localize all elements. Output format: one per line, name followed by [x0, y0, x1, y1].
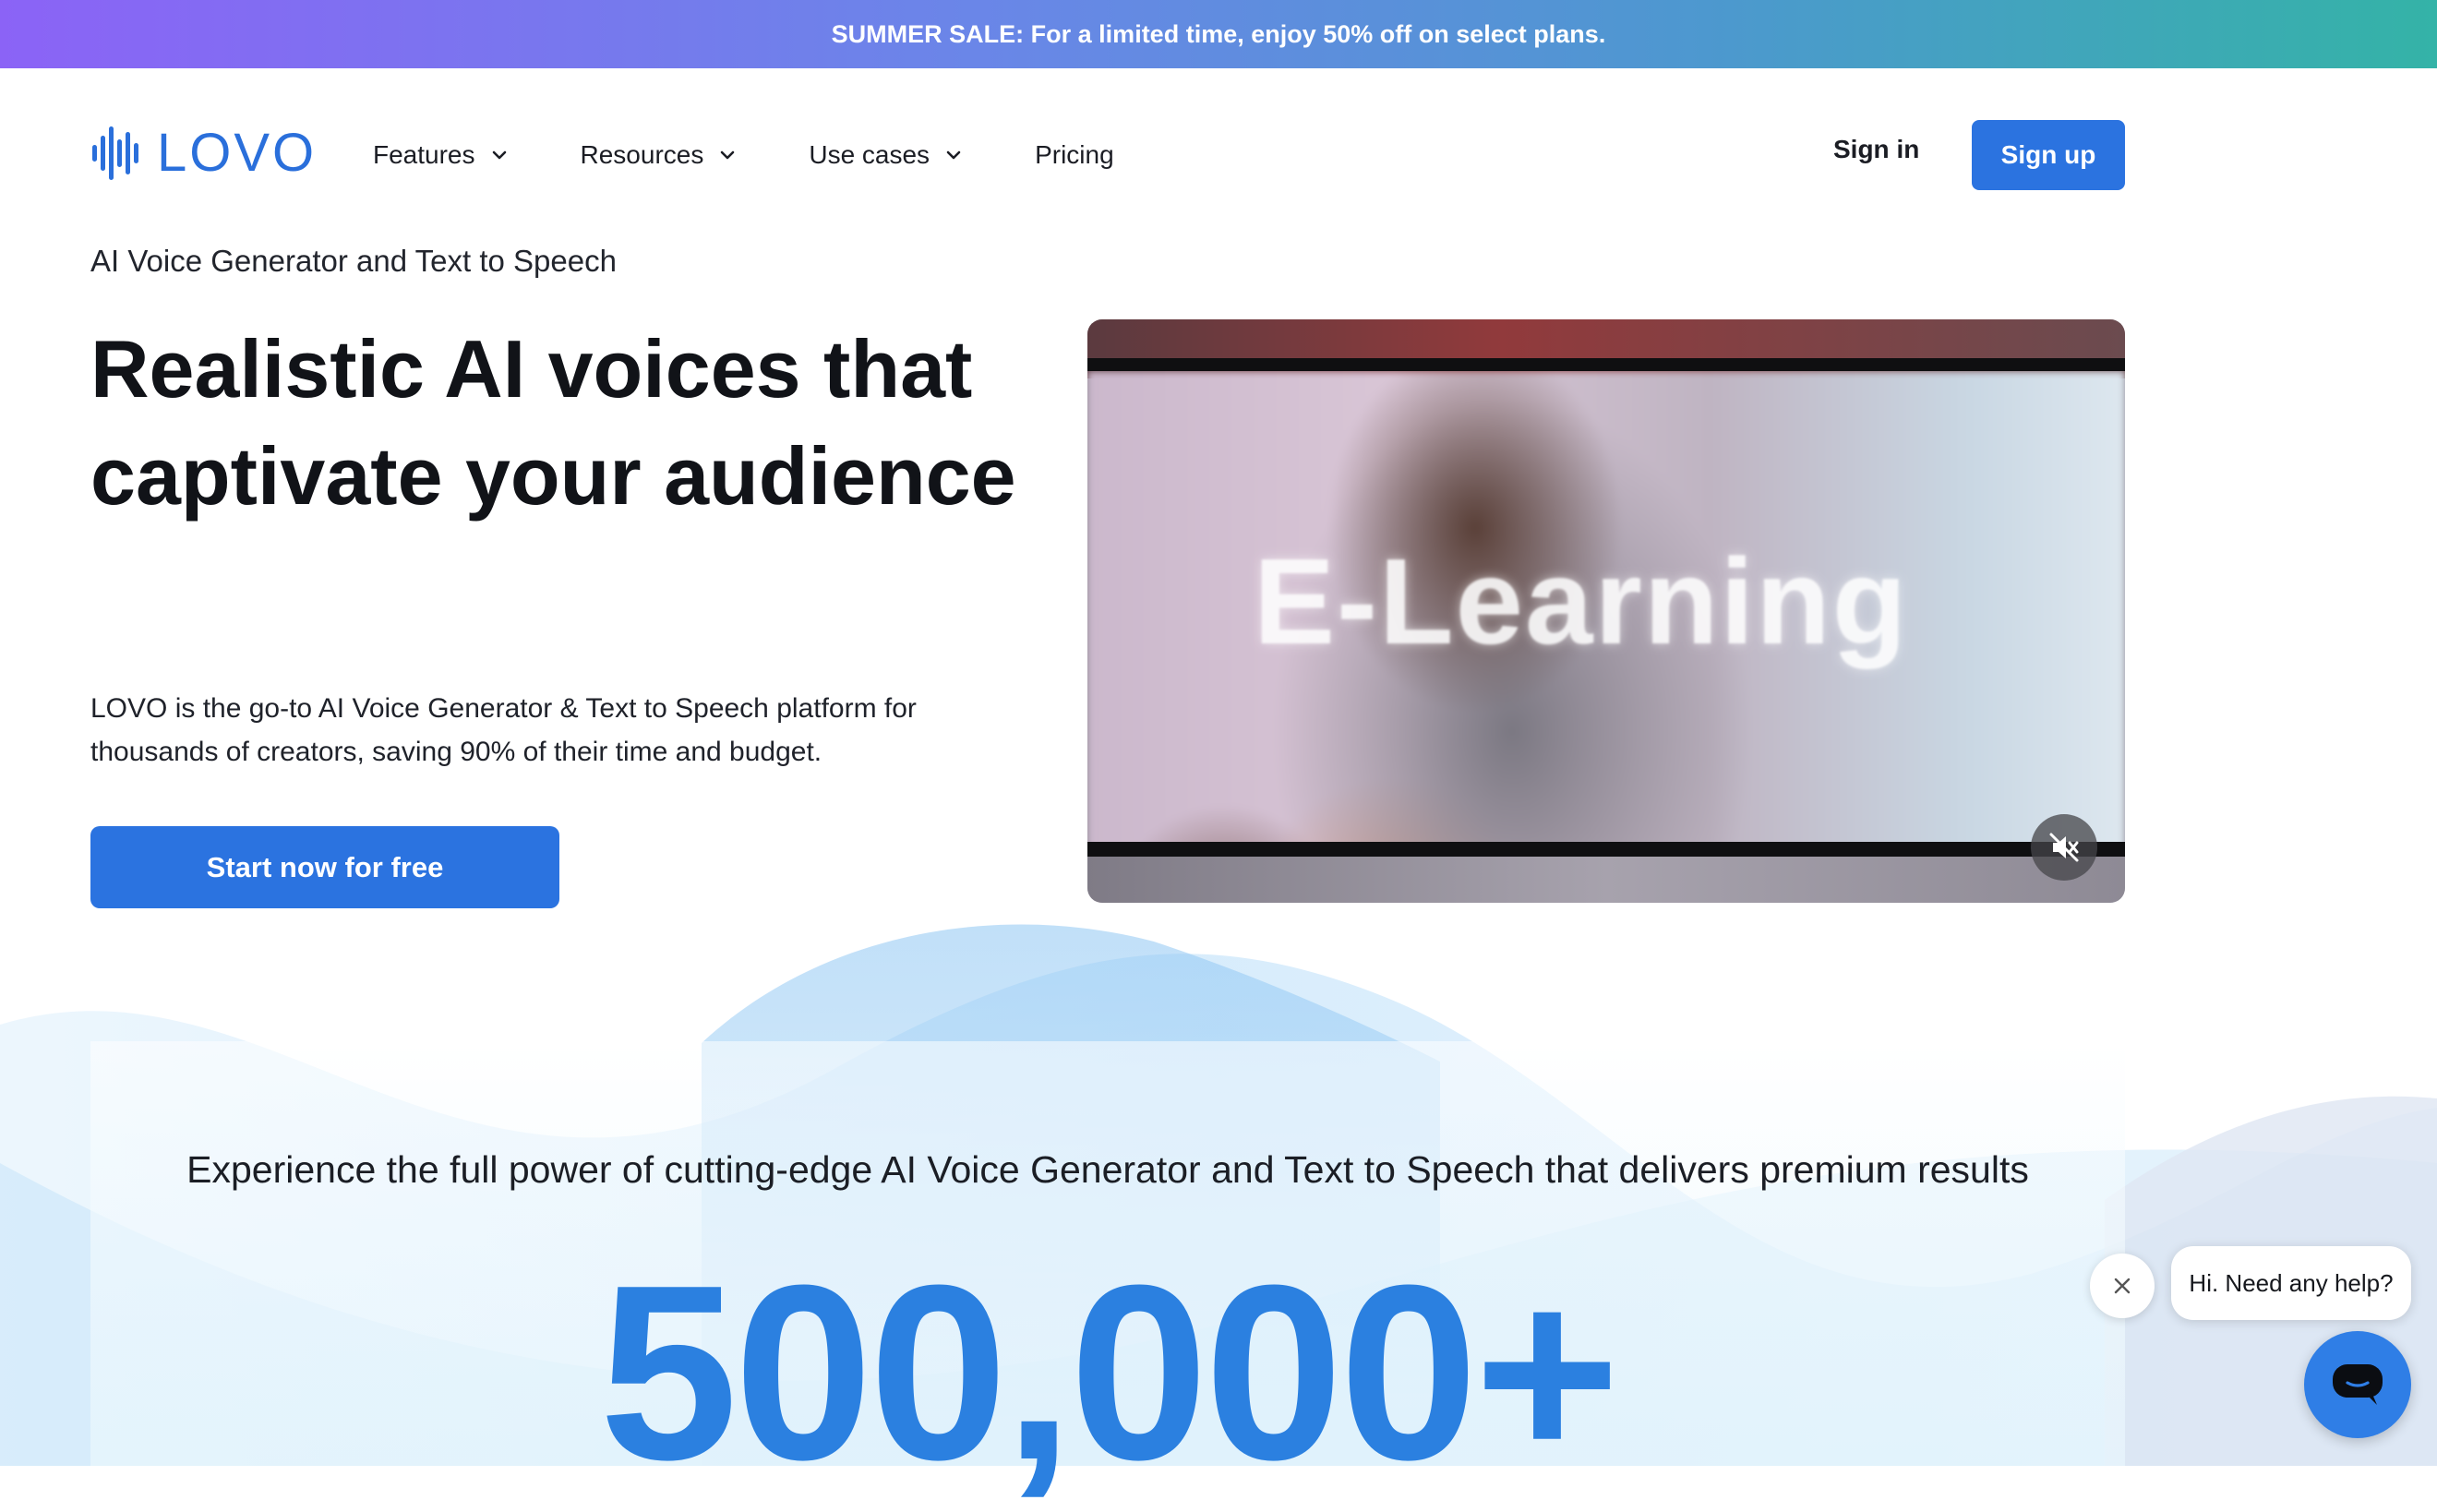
close-icon — [2114, 1278, 2131, 1294]
letterbox-bottom — [1087, 842, 2125, 857]
stats-number: 500,000+ — [599, 1234, 1620, 1512]
nav-features[interactable]: Features — [373, 140, 509, 170]
letterbox-top — [1087, 358, 2125, 371]
nav-label: Pricing — [1035, 140, 1114, 169]
nav-label: Use cases — [809, 140, 930, 169]
video-caption: E-Learning — [1254, 534, 1909, 669]
stats-headline: Experience the full power of cutting-edg… — [186, 1148, 2029, 1191]
nav-use-cases[interactable]: Use cases — [809, 140, 963, 170]
logo[interactable]: LOVO — [92, 126, 317, 181]
sign-up-button[interactable]: Sign up — [1972, 120, 2125, 190]
sign-in-link[interactable]: Sign in — [1833, 135, 1919, 164]
hero-eyebrow: AI Voice Generator and Text to Speech — [90, 244, 617, 278]
chat-close-button[interactable] — [2090, 1254, 2155, 1318]
nav-label: Features — [373, 140, 475, 169]
nav-pricing[interactable]: Pricing — [1035, 140, 1114, 170]
logo-text: LOVO — [157, 123, 318, 183]
chat-greeting-text: Hi. Need any help? — [2189, 1268, 2394, 1297]
promo-banner: SUMMER SALE: For a limited time, enjoy 5… — [0, 0, 2437, 68]
nav-resources[interactable]: Resources — [581, 140, 738, 170]
hero-title: Realistic AI voices that captivate your … — [90, 323, 1016, 522]
nav-label: Resources — [580, 140, 704, 169]
chevron-down-icon — [944, 146, 963, 164]
chat-greeting[interactable]: Hi. Need any help? — [2171, 1246, 2411, 1320]
sound-wave-icon — [92, 126, 138, 180]
chat-icon — [2333, 1364, 2383, 1405]
chevron-down-icon — [718, 146, 737, 164]
hero-description: LOVO is the go-to AI Voice Generator & T… — [90, 693, 917, 767]
hero-video[interactable]: E-Learning — [1087, 319, 2125, 903]
chevron-down-icon — [490, 146, 509, 164]
chat-launcher-button[interactable] — [2304, 1331, 2411, 1438]
promo-text: SUMMER SALE: For a limited time, enjoy 5… — [831, 19, 1606, 48]
main-nav: Features Resources Use cases Pricing — [373, 133, 1186, 177]
mute-button[interactable] — [2031, 814, 2097, 881]
muted-speaker-icon — [2049, 833, 2079, 862]
